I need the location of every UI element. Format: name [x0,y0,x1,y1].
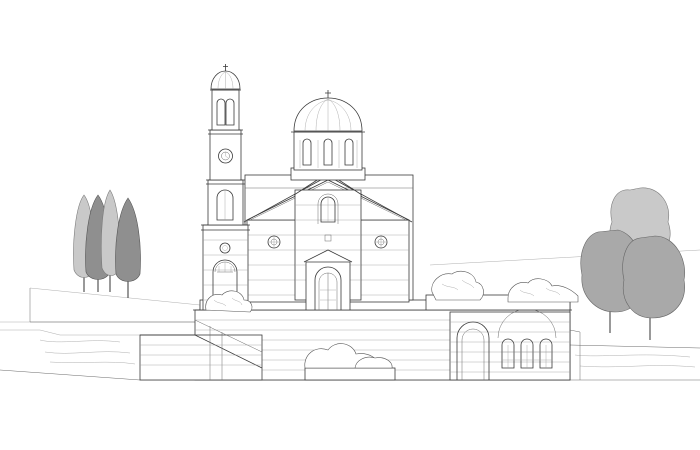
drum [293,131,363,171]
church-elevation-drawing [0,64,700,381]
planter [304,367,396,381]
tower-mid [207,179,244,226]
rose-window-right [374,235,388,249]
tree [622,235,686,319]
shrub [431,270,484,301]
stair-block [139,334,263,381]
cypress-trees-left [73,189,141,298]
bell-tower [201,64,250,311]
trees-right [580,187,686,340]
rose-window-left [267,235,281,249]
dome [290,90,366,181]
belfry [211,89,240,131]
shrub [507,278,579,303]
cypress-tree [115,197,141,282]
church-body [243,172,414,311]
lower-terrace [139,308,581,381]
